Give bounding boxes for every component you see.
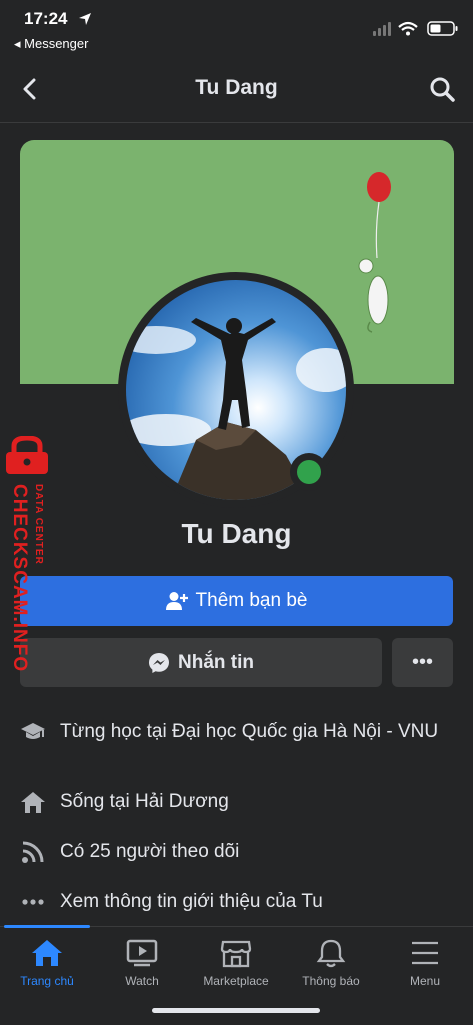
status-time: 17:24: [24, 9, 68, 28]
message-label: Nhắn tin: [178, 651, 254, 673]
tab-home[interactable]: Trang chủ: [0, 938, 94, 988]
marketplace-icon: [220, 940, 252, 968]
tab-marketplace-label: Marketplace: [203, 974, 269, 988]
add-friend-icon: [165, 592, 188, 610]
watermark-subtitle: DATA CENTER: [33, 484, 44, 565]
bell-icon: [316, 939, 346, 968]
menu-icon: [412, 941, 438, 965]
more-options-button[interactable]: •••: [392, 638, 453, 687]
message-button[interactable]: Nhắn tin: [20, 638, 382, 687]
padlock-watermark-icon: [6, 436, 48, 474]
see-about-link[interactable]: Xem thông tin giới thiệu của Tu: [60, 888, 323, 915]
graduation-cap-icon: [20, 718, 46, 745]
page-title: Tu Dang: [195, 76, 278, 99]
search-icon[interactable]: [429, 76, 455, 102]
info-home-row: Sống tại Hải Dương: [20, 788, 460, 815]
tab-menu-label: Menu: [409, 974, 441, 988]
add-friend-label: Thêm bạn bè: [195, 590, 308, 611]
tab-marketplace[interactable]: Marketplace: [189, 938, 283, 988]
tab-notifications[interactable]: Thông báo: [284, 938, 378, 988]
back-to-messenger-link[interactable]: ◂ Messenger: [14, 36, 88, 52]
rss-icon: [20, 838, 46, 865]
messenger-icon: [149, 652, 169, 673]
see-about-info-row[interactable]: Xem thông tin giới thiệu của Tu: [20, 888, 460, 915]
online-status-dot: [297, 460, 321, 484]
followers-text: Có 25 người theo dõi: [60, 841, 240, 862]
tab-watch-label: Watch: [125, 974, 159, 988]
home-icon: [32, 940, 62, 966]
education-text: Từng học tại Đại học Quốc gia Hà Nội - V…: [60, 721, 439, 742]
tab-home-label: Trang chủ: [20, 974, 74, 988]
location-arrow-icon: [79, 13, 91, 25]
more-dots-icon: •••: [411, 651, 433, 673]
active-tab-indicator: [4, 925, 90, 928]
home-icon: [20, 788, 46, 815]
info-education-row: Từng học tại Đại học Quốc gia Hà Nội - V…: [20, 718, 460, 745]
profile-name: Tu Dang: [181, 518, 292, 549]
info-followers-row: Có 25 người theo dõi: [20, 838, 460, 865]
watermark-brand: CHECKSCAM.INFO: [9, 484, 30, 673]
home-indicator: [152, 1008, 320, 1013]
more-dots-icon: [20, 888, 46, 915]
tab-watch[interactable]: Watch: [95, 938, 189, 988]
location-text: Sống tại Hải Dương: [60, 791, 229, 812]
tab-notifications-label: Thông báo: [302, 974, 360, 988]
tab-menu[interactable]: Menu: [378, 938, 472, 988]
signal-wifi-battery-icon: [373, 21, 458, 36]
add-friend-button[interactable]: Thêm bạn bè: [20, 576, 453, 626]
watch-icon: [126, 939, 158, 967]
